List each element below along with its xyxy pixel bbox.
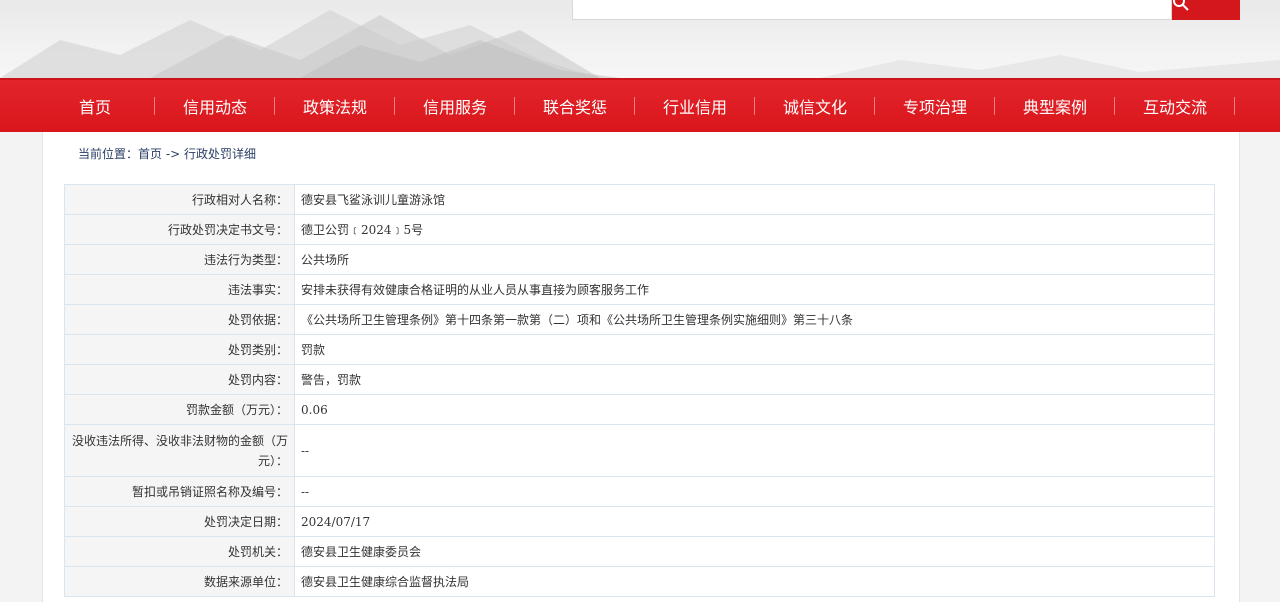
- table-row: 违法事实： 安排未获得有效健康合格证明的从业人员从事直接为顾客服务工作: [64, 274, 1215, 305]
- table-row: 处罚内容： 警告，罚款: [64, 364, 1215, 395]
- nav-item-special-governance[interactable]: 专项治理: [875, 80, 995, 132]
- breadcrumb: 当前位置：首页 -> 行政处罚详细: [78, 145, 256, 162]
- table-row: 处罚决定日期： 2024/07/17: [64, 506, 1215, 537]
- search-button[interactable]: [1172, 0, 1240, 20]
- main-nav: 首页 信用动态 政策法规 信用服务 联合奖惩 行业信用 诚信文化 专项治理 典型…: [0, 78, 1280, 132]
- table-row: 处罚依据： 《公共场所卫生管理条例》第十四条第一款第（二）项和《公共场所卫生管理…: [64, 304, 1215, 335]
- row-value: 德安县卫生健康综合监督执法局: [294, 566, 1215, 597]
- table-row: 暂扣或吊销证照名称及编号： --: [64, 476, 1215, 507]
- search-input[interactable]: [572, 0, 1172, 20]
- row-label: 行政处罚决定书文号：: [64, 214, 295, 245]
- row-value: 德卫公罚﹝2024﹞5号: [294, 214, 1215, 245]
- row-label: 处罚依据：: [64, 304, 295, 335]
- row-label: 罚款金额（万元）：: [64, 394, 295, 425]
- breadcrumb-prefix: 当前位置：: [78, 147, 139, 161]
- row-label: 处罚类别：: [64, 334, 295, 365]
- table-row: 行政处罚决定书文号： 德卫公罚﹝2024﹞5号: [64, 214, 1215, 245]
- breadcrumb-home-link[interactable]: 首页: [138, 147, 162, 161]
- row-value: 2024/07/17: [294, 506, 1215, 537]
- nav-item-home[interactable]: 首页: [35, 80, 155, 132]
- table-row: 行政相对人名称： 德安县飞鲨泳训儿童游泳馆: [64, 184, 1215, 215]
- row-value: 警告，罚款: [294, 364, 1215, 395]
- row-label: 处罚内容：: [64, 364, 295, 395]
- row-label: 违法行为类型：: [64, 244, 295, 275]
- row-value: 公共场所: [294, 244, 1215, 275]
- row-label: 违法事实：: [64, 274, 295, 305]
- table-row: 处罚类别： 罚款: [64, 334, 1215, 365]
- row-label: 暂扣或吊销证照名称及编号：: [64, 476, 295, 507]
- table-row: 违法行为类型： 公共场所: [64, 244, 1215, 275]
- table-row: 数据来源单位： 德安县卫生健康综合监督执法局: [64, 566, 1215, 597]
- table-row: 处罚机关： 德安县卫生健康委员会: [64, 536, 1215, 567]
- row-value: 德安县飞鲨泳训儿童游泳馆: [294, 184, 1215, 215]
- search-icon: [1173, 0, 1189, 11]
- nav-item-interaction[interactable]: 互动交流: [1115, 80, 1235, 132]
- nav-item-joint-rewards-penalties[interactable]: 联合奖惩: [515, 80, 635, 132]
- nav-item-credit-services[interactable]: 信用服务: [395, 80, 515, 132]
- nav-item-integrity-culture[interactable]: 诚信文化: [755, 80, 875, 132]
- row-value: 德安县卫生健康委员会: [294, 536, 1215, 567]
- row-value: --: [294, 424, 1215, 477]
- row-label: 处罚机关：: [64, 536, 295, 567]
- table-row: 罚款金额（万元）： 0.06: [64, 394, 1215, 425]
- row-value: 安排未获得有效健康合格证明的从业人员从事直接为顾客服务工作: [294, 274, 1215, 305]
- main-content: 当前位置：首页 -> 行政处罚详细 行政相对人名称： 德安县飞鲨泳训儿童游泳馆 …: [42, 132, 1240, 602]
- row-value: 《公共场所卫生管理条例》第十四条第一款第（二）项和《公共场所卫生管理条例实施细则…: [294, 304, 1215, 335]
- header-banner: [0, 0, 1280, 78]
- row-value: 0.06: [294, 394, 1215, 425]
- breadcrumb-current: 行政处罚详细: [184, 147, 257, 161]
- row-value: 罚款: [294, 334, 1215, 365]
- row-label: 没收违法所得、没收非法财物的金额（万元）：: [64, 424, 295, 477]
- row-label: 处罚决定日期：: [64, 506, 295, 537]
- nav-item-industry-credit[interactable]: 行业信用: [635, 80, 755, 132]
- penalty-detail-table: 行政相对人名称： 德安县飞鲨泳训儿童游泳馆 行政处罚决定书文号： 德卫公罚﹝20…: [64, 184, 1215, 597]
- nav-item-credit-news[interactable]: 信用动态: [155, 80, 275, 132]
- breadcrumb-separator: ->: [162, 147, 185, 161]
- row-label: 数据来源单位：: [64, 566, 295, 597]
- row-value: --: [294, 476, 1215, 507]
- nav-item-typical-cases[interactable]: 典型案例: [995, 80, 1115, 132]
- table-row: 没收违法所得、没收非法财物的金额（万元）： --: [64, 424, 1215, 477]
- nav-item-policies[interactable]: 政策法规: [275, 80, 395, 132]
- row-label: 行政相对人名称：: [64, 184, 295, 215]
